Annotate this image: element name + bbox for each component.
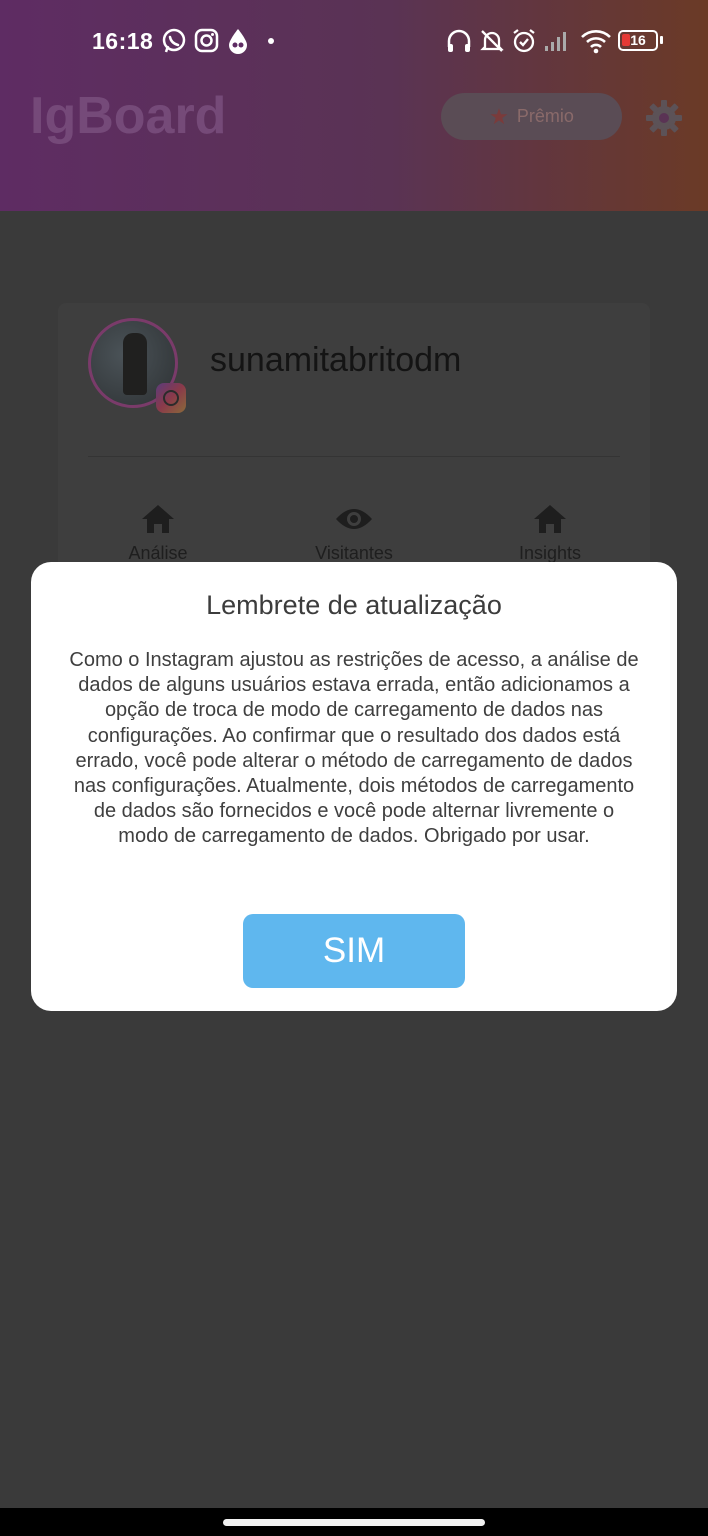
app-header: IgBoard ★ Prêmio — [0, 66, 708, 211]
nav-label: Visitantes — [315, 543, 393, 563]
signal-icon — [545, 32, 566, 51]
star-icon: ★ — [489, 103, 509, 129]
nav-label: Análise — [128, 543, 188, 563]
avatar-photo — [123, 333, 147, 395]
instagram-badge-icon — [156, 383, 186, 413]
card-divider — [88, 456, 620, 457]
app-title: IgBoard — [30, 87, 227, 145]
premium-button[interactable]: ★ Prêmio — [441, 93, 622, 140]
alarm-icon — [513, 29, 535, 53]
nav-item-visitantes[interactable]: Visitantes — [284, 503, 424, 564]
navigation-bar — [0, 1508, 708, 1536]
status-bar: 16:18 16 — [0, 0, 708, 66]
headphones-icon — [447, 29, 471, 52]
status-time: 16:18 — [92, 28, 154, 54]
battery-indicator: 16 — [618, 30, 663, 51]
premium-label: Prêmio — [516, 106, 574, 126]
home-icon — [534, 505, 566, 533]
home-icon — [142, 505, 174, 533]
dot-icon — [268, 38, 274, 44]
drop-icon — [229, 29, 247, 54]
whatsapp-icon — [162, 28, 186, 53]
battery-level: 16 — [630, 32, 646, 48]
nav-item-insights[interactable]: Insights — [480, 503, 620, 564]
nav-item-analise[interactable]: Análise — [88, 503, 228, 564]
eye-icon — [336, 509, 372, 529]
wifi-icon — [581, 30, 611, 54]
instagram-icon — [194, 28, 219, 53]
dialog-title: Lembrete de atualização — [206, 590, 502, 620]
gear-icon[interactable] — [644, 98, 684, 138]
nav-label: Insights — [518, 543, 582, 563]
username: sunamitabritodm — [210, 341, 462, 379]
home-indicator[interactable] — [223, 1519, 485, 1526]
update-reminder-dialog: Lembrete de atualização Como o Instagram… — [31, 562, 677, 1011]
dialog-message: Como o Instagram ajustou as restrições d… — [69, 649, 639, 848]
bell-muted-icon — [480, 30, 504, 52]
confirm-button[interactable]: SIM — [243, 914, 465, 988]
